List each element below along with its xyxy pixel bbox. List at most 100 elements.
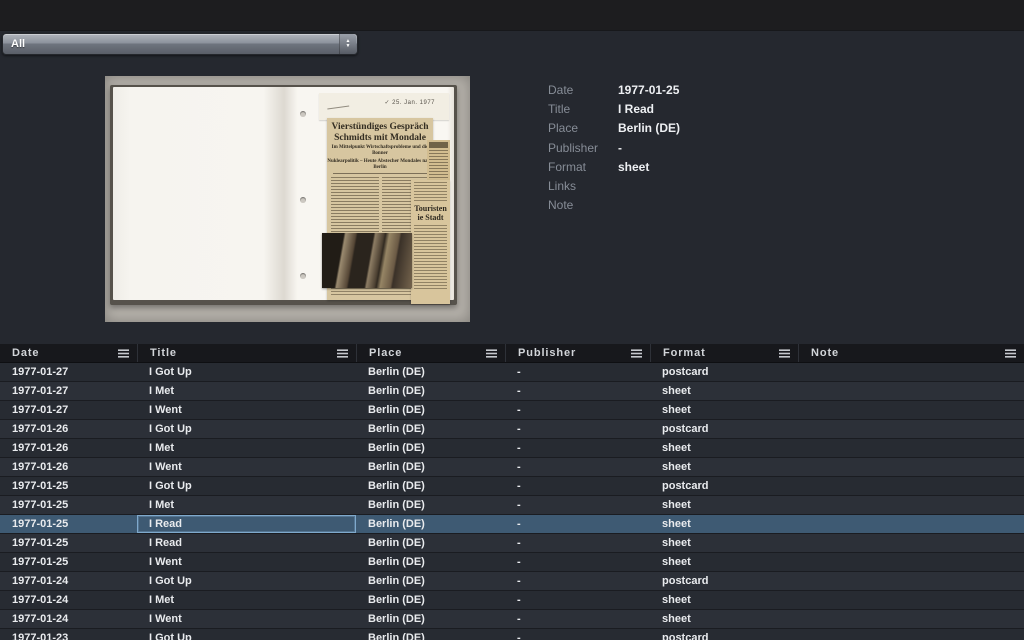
table-row[interactable]: 1977-01-24 I Met Berlin (DE) - sheet	[0, 591, 1024, 610]
cell-format[interactable]: sheet	[650, 610, 798, 628]
cell-publisher[interactable]: -	[505, 382, 650, 400]
cell-title[interactable]: I Got Up	[137, 363, 356, 381]
cell-date[interactable]: 1977-01-24	[0, 572, 137, 590]
cell-note[interactable]	[798, 401, 1024, 419]
cell-place[interactable]: Berlin (DE)	[356, 572, 505, 590]
cell-format[interactable]: postcard	[650, 363, 798, 381]
cell-format[interactable]: postcard	[650, 420, 798, 438]
cell-publisher[interactable]: -	[505, 496, 650, 514]
table-row[interactable]: 1977-01-27 I Met Berlin (DE) - sheet	[0, 382, 1024, 401]
cell-place[interactable]: Berlin (DE)	[356, 420, 505, 438]
cell-publisher[interactable]: -	[505, 534, 650, 552]
cell-place[interactable]: Berlin (DE)	[356, 401, 505, 419]
table-row[interactable]: 1977-01-25 I Met Berlin (DE) - sheet	[0, 496, 1024, 515]
cell-place[interactable]: Berlin (DE)	[356, 610, 505, 628]
cell-note[interactable]	[798, 610, 1024, 628]
column-header-place[interactable]: Place	[356, 344, 505, 362]
cell-note[interactable]	[798, 458, 1024, 476]
column-header-title[interactable]: Title	[137, 344, 356, 362]
column-menu-icon[interactable]	[631, 348, 642, 358]
cell-title[interactable]: I Read	[137, 515, 356, 533]
cell-date[interactable]: 1977-01-27	[0, 401, 137, 419]
cell-format[interactable]: sheet	[650, 496, 798, 514]
cell-date[interactable]: 1977-01-26	[0, 420, 137, 438]
cell-format[interactable]: postcard	[650, 477, 798, 495]
cell-format[interactable]: sheet	[650, 534, 798, 552]
cell-format[interactable]: sheet	[650, 458, 798, 476]
cell-publisher[interactable]: -	[505, 629, 650, 640]
table-row[interactable]: 1977-01-25 I Read Berlin (DE) - sheet	[0, 534, 1024, 553]
cell-publisher[interactable]: -	[505, 439, 650, 457]
table-row[interactable]: 1977-01-26 I Got Up Berlin (DE) - postca…	[0, 420, 1024, 439]
cell-title[interactable]: I Got Up	[137, 420, 356, 438]
table-row[interactable]: 1977-01-25 I Went Berlin (DE) - sheet	[0, 553, 1024, 572]
cell-date[interactable]: 1977-01-25	[0, 496, 137, 514]
cell-publisher[interactable]: -	[505, 515, 650, 533]
cell-publisher[interactable]: -	[505, 572, 650, 590]
column-menu-icon[interactable]	[779, 348, 790, 358]
cell-format[interactable]: sheet	[650, 382, 798, 400]
cell-date[interactable]: 1977-01-27	[0, 382, 137, 400]
column-menu-icon[interactable]	[1005, 348, 1016, 358]
cell-note[interactable]	[798, 439, 1024, 457]
cell-title[interactable]: I Got Up	[137, 629, 356, 640]
cell-publisher[interactable]: -	[505, 401, 650, 419]
cell-format[interactable]: sheet	[650, 439, 798, 457]
table-row[interactable]: 1977-01-24 I Went Berlin (DE) - sheet	[0, 610, 1024, 629]
cell-publisher[interactable]: -	[505, 477, 650, 495]
table-row[interactable]: 1977-01-24 I Got Up Berlin (DE) - postca…	[0, 572, 1024, 591]
cell-title[interactable]: I Met	[137, 496, 356, 514]
cell-publisher[interactable]: -	[505, 363, 650, 381]
cell-date[interactable]: 1977-01-23	[0, 629, 137, 640]
cell-date[interactable]: 1977-01-25	[0, 553, 137, 571]
cell-note[interactable]	[798, 553, 1024, 571]
cell-date[interactable]: 1977-01-24	[0, 591, 137, 609]
cell-note[interactable]	[798, 591, 1024, 609]
cell-place[interactable]: Berlin (DE)	[356, 553, 505, 571]
cell-format[interactable]: postcard	[650, 629, 798, 640]
table-row[interactable]: 1977-01-27 I Went Berlin (DE) - sheet	[0, 401, 1024, 420]
cell-note[interactable]	[798, 572, 1024, 590]
table-row[interactable]: 1977-01-26 I Met Berlin (DE) - sheet	[0, 439, 1024, 458]
cell-title[interactable]: I Met	[137, 591, 356, 609]
table-row[interactable]: 1977-01-23 I Got Up Berlin (DE) - postca…	[0, 629, 1024, 640]
cell-title[interactable]: I Got Up	[137, 477, 356, 495]
cell-title[interactable]: I Met	[137, 382, 356, 400]
column-header-format[interactable]: Format	[650, 344, 798, 362]
cell-date[interactable]: 1977-01-26	[0, 439, 137, 457]
column-header-date[interactable]: Date	[0, 344, 137, 362]
cell-format[interactable]: sheet	[650, 553, 798, 571]
cell-publisher[interactable]: -	[505, 420, 650, 438]
cell-note[interactable]	[798, 496, 1024, 514]
cell-format[interactable]: sheet	[650, 591, 798, 609]
table-row[interactable]: 1977-01-27 I Got Up Berlin (DE) - postca…	[0, 363, 1024, 382]
column-header-note[interactable]: Note	[798, 344, 1024, 362]
cell-note[interactable]	[798, 477, 1024, 495]
cell-note[interactable]	[798, 420, 1024, 438]
cell-note[interactable]	[798, 363, 1024, 381]
cell-place[interactable]: Berlin (DE)	[356, 496, 505, 514]
cell-format[interactable]: sheet	[650, 515, 798, 533]
cell-title[interactable]: I Went	[137, 610, 356, 628]
cell-date[interactable]: 1977-01-25	[0, 515, 137, 533]
table-row[interactable]: 1977-01-25 I Got Up Berlin (DE) - postca…	[0, 477, 1024, 496]
cell-place[interactable]: Berlin (DE)	[356, 458, 505, 476]
cell-place[interactable]: Berlin (DE)	[356, 477, 505, 495]
cell-note[interactable]	[798, 534, 1024, 552]
cell-format[interactable]: sheet	[650, 401, 798, 419]
table-row[interactable]: 1977-01-26 I Went Berlin (DE) - sheet	[0, 458, 1024, 477]
cell-publisher[interactable]: -	[505, 553, 650, 571]
cell-note[interactable]	[798, 629, 1024, 640]
cell-place[interactable]: Berlin (DE)	[356, 591, 505, 609]
column-menu-icon[interactable]	[337, 348, 348, 358]
cell-title[interactable]: I Went	[137, 458, 356, 476]
cell-place[interactable]: Berlin (DE)	[356, 363, 505, 381]
cell-place[interactable]: Berlin (DE)	[356, 534, 505, 552]
filter-select[interactable]: All ▲ ▼	[2, 33, 358, 55]
cell-title[interactable]: I Met	[137, 439, 356, 457]
cell-date[interactable]: 1977-01-27	[0, 363, 137, 381]
cell-place[interactable]: Berlin (DE)	[356, 515, 505, 533]
cell-date[interactable]: 1977-01-25	[0, 477, 137, 495]
cell-place[interactable]: Berlin (DE)	[356, 629, 505, 640]
cell-format[interactable]: postcard	[650, 572, 798, 590]
